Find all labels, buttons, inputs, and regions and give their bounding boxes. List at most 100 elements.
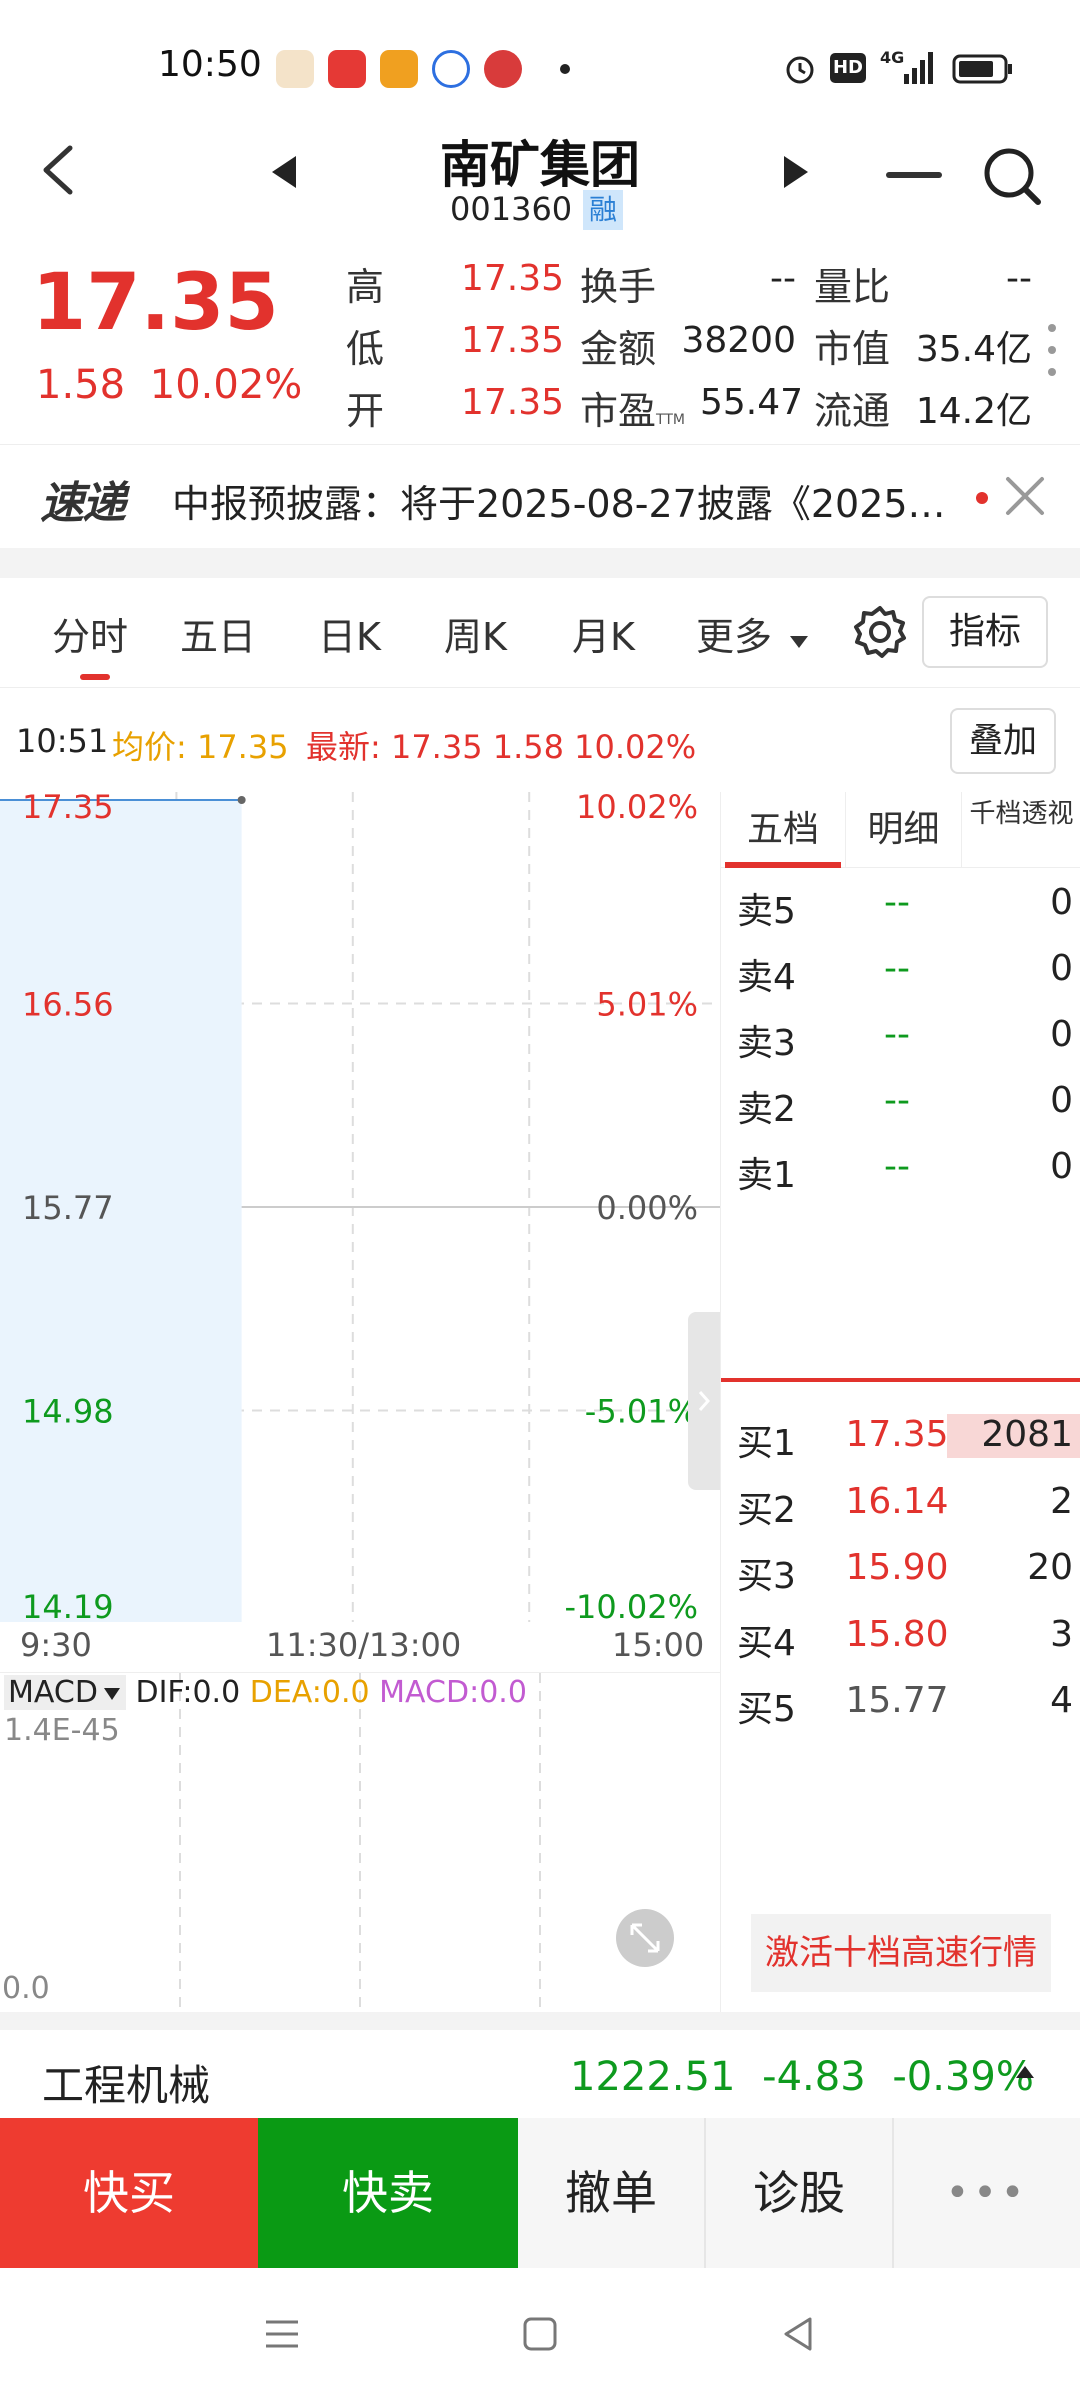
macd-selector-label: MACD xyxy=(8,1675,98,1710)
back-icon[interactable] xyxy=(36,140,84,200)
bid-row[interactable]: 买5 15.77 4 xyxy=(721,1670,1080,1736)
tab-five-day[interactable]: 五日 xyxy=(180,606,256,661)
ask-volume: 0 xyxy=(1050,882,1073,923)
battery-icon xyxy=(952,54,1012,84)
ask-level-label: 卖2 xyxy=(737,1089,796,1130)
section-divider xyxy=(0,548,1080,578)
intraday-chart[interactable]: 17.35 16.56 15.77 14.98 14.19 10.02% 5.01% 0.00… xyxy=(0,792,720,1622)
minimize-icon[interactable] xyxy=(886,172,942,178)
ask-volume: 0 xyxy=(1050,1146,1073,1187)
menu-icon[interactable] xyxy=(262,2314,302,2354)
bid-volume: 2081 xyxy=(981,1414,1073,1455)
tab-daily-k[interactable]: 日K xyxy=(318,606,381,661)
previous-stock-icon[interactable] xyxy=(264,152,304,192)
ask-row[interactable]: 卖3 -- 0 xyxy=(721,1006,1080,1072)
stock-code: 001360 xyxy=(450,190,573,228)
diagnose-stock-button[interactable]: 诊股 xyxy=(706,2118,894,2268)
macd-legend: MACD DIF:0.0 DEA:0.0 MACD:0.0 xyxy=(4,1675,527,1710)
info-time: 10:51 xyxy=(16,722,109,760)
cancel-order-button[interactable]: 撤单 xyxy=(518,2118,706,2268)
ask-row[interactable]: 卖5 -- 0 xyxy=(721,874,1080,940)
industry-change: -4.83 xyxy=(762,2054,866,2100)
more-actions-button[interactable]: ••• xyxy=(894,2118,1080,2268)
price-tick-label: 14.19 xyxy=(22,1588,114,1622)
status-time: 10:50 xyxy=(158,44,262,85)
bid-volume: 20 xyxy=(1027,1547,1073,1588)
bid-row[interactable]: 买2 16.14 2 xyxy=(721,1471,1080,1537)
percent-tick-label: 0.00% xyxy=(596,1189,698,1227)
bid-level-label: 买5 xyxy=(737,1689,796,1730)
next-stock-icon[interactable] xyxy=(776,152,816,192)
app-notification-icon xyxy=(328,50,366,88)
volume-ratio-value: -- xyxy=(1006,258,1032,299)
percent-tick-label: -10.02% xyxy=(564,1588,698,1622)
indicator-button[interactable]: 指标 xyxy=(922,596,1048,668)
intraday-chart-svg: 17.35 16.56 15.77 14.98 14.19 10.02% 5.01% 0.00… xyxy=(0,792,720,1622)
low-value: 17.35 xyxy=(460,320,564,361)
more-notifications-dot-icon xyxy=(560,64,570,74)
back-nav-icon[interactable] xyxy=(778,2314,818,2354)
ticker-text[interactable]: 中报预披露：将于2025-08-27披露《2025… xyxy=(172,473,972,528)
volume-ratio-label: 量比 xyxy=(814,265,891,309)
close-icon[interactable] xyxy=(1000,471,1050,521)
signal-icon xyxy=(904,52,933,84)
bid-row[interactable]: 买1 17.35 2081 xyxy=(721,1404,1080,1470)
caret-down-icon xyxy=(790,636,809,648)
industry-name: 工程机械 xyxy=(42,2061,211,2110)
bid-level-label: 买4 xyxy=(737,1622,796,1664)
price-change: 1.58 10.02% xyxy=(36,362,302,408)
tab-weekly-k[interactable]: 周K xyxy=(444,606,507,661)
macd-dea: DEA:0.0 xyxy=(249,1675,370,1710)
open-value: 17.35 xyxy=(460,382,564,423)
tab-detail[interactable]: 明细 xyxy=(845,792,961,868)
market-cap-value: 35.4亿 xyxy=(915,329,1032,370)
tab-monthly-k[interactable]: 月K xyxy=(572,606,635,661)
overlay-button[interactable]: 叠加 xyxy=(950,708,1056,774)
expand-icon[interactable] xyxy=(616,1909,674,1967)
turnover-label: 换手 xyxy=(580,265,657,309)
bid-volume: 4 xyxy=(1050,1680,1073,1721)
tab-five-level[interactable]: 五档 xyxy=(721,792,845,868)
bid-level-label: 买3 xyxy=(737,1556,796,1597)
time-axis: 9:30 11:30/13:00 15:00 xyxy=(0,1622,720,1670)
low-label: 低 xyxy=(346,327,385,371)
quick-sell-button[interactable]: 快卖 xyxy=(258,2118,518,2268)
industry-index: 1222.51 xyxy=(570,2054,736,2100)
industry-bar[interactable]: 工程机械 1222.51 -4.83 -0.39% xyxy=(0,2012,1080,2118)
system-nav-bar xyxy=(0,2268,1080,2400)
ask-row[interactable]: 卖1 -- 0 xyxy=(721,1138,1080,1204)
pe-label-text: 市盈 xyxy=(580,389,657,433)
macd-panel[interactable]: MACD DIF:0.0 DEA:0.0 MACD:0.0 1.4E-45 0.… xyxy=(0,1672,720,2013)
tab-intraday[interactable]: 分时 xyxy=(52,606,128,661)
macd-top-value: 1.4E-45 xyxy=(4,1713,120,1748)
tab-more-label: 更多 xyxy=(696,615,773,659)
bid-row[interactable]: 买4 15.80 3 xyxy=(721,1604,1080,1670)
amount-value: 38200 xyxy=(681,320,796,361)
high-label: 高 xyxy=(346,265,385,309)
macd-bottom-value: 0.0 xyxy=(2,1971,50,2006)
open-label: 开 xyxy=(346,389,385,433)
home-icon[interactable] xyxy=(520,2314,560,2354)
chevron-right-icon xyxy=(698,1391,711,1411)
gear-icon[interactable] xyxy=(852,604,908,660)
tab-depth-view[interactable]: 千档透视 xyxy=(961,792,1080,868)
bid-row[interactable]: 买3 15.90 20 xyxy=(721,1537,1080,1603)
ask-level-label: 卖3 xyxy=(737,1023,796,1064)
tab-more[interactable]: 更多 xyxy=(696,606,810,661)
hd-icon: HD xyxy=(830,53,866,83)
macd-dif: DIF:0.0 xyxy=(135,1675,241,1710)
status-bar: 10:50 HD 4G xyxy=(0,0,1080,130)
activate-level10-button[interactable]: 激活十档高速行情 xyxy=(751,1914,1051,1992)
bid-volume: 2 xyxy=(1050,1480,1073,1522)
bid-level-label: 买2 xyxy=(737,1489,796,1531)
news-ticker[interactable]: 速递 中报预披露：将于2025-08-27披露《2025… xyxy=(0,444,1080,548)
collapse-panel-handle[interactable] xyxy=(688,1312,720,1490)
macd-selector[interactable]: MACD xyxy=(4,1675,126,1710)
search-icon[interactable] xyxy=(980,144,1044,208)
more-vertical-icon[interactable] xyxy=(1046,320,1058,380)
ask-row[interactable]: 卖2 -- 0 xyxy=(721,1072,1080,1138)
pe-suffix: TTM xyxy=(656,412,685,428)
ask-row[interactable]: 卖4 -- 0 xyxy=(721,940,1080,1006)
bid-level-label: 买1 xyxy=(737,1423,796,1464)
quick-buy-button[interactable]: 快买 xyxy=(0,2118,258,2268)
